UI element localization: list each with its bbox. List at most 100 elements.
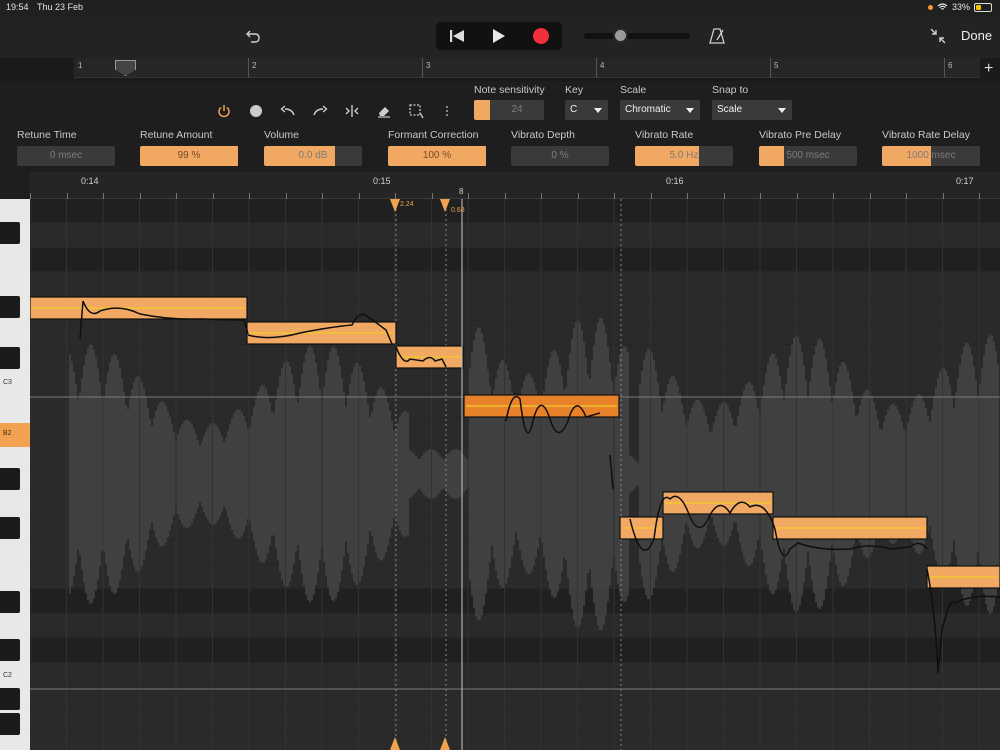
param-value: 0.0 dB [298,150,328,161]
scale-label: Scale [620,84,647,96]
collapse-icon[interactable] [928,26,948,46]
bar-tick [944,58,945,78]
note-sensitivity-fill [474,100,490,120]
piano-black-key[interactable] [0,591,20,613]
battery-percent: 33% [951,2,970,12]
time-label: 0:14 [81,176,99,186]
metronome-icon[interactable] [707,26,727,46]
marquee-select-icon[interactable] [407,102,425,120]
bar-tick [596,58,597,78]
pitch-editor[interactable]: 0:14 0:15 0:16 0:17 8 C3 B2 C2 2.24 0.68 [0,172,1000,750]
piano-keyboard[interactable]: C3 B2 C2 [0,199,30,750]
param-value: 500 msec [786,150,830,161]
undo-edit-icon[interactable] [279,102,297,120]
power-icon[interactable] [215,102,233,120]
param-label: Vibrato Pre Delay [759,129,842,141]
param-value: 1000 msec [906,150,956,161]
key-label-c3: C3 [3,379,12,386]
param-slider[interactable]: 99 % [140,146,238,166]
battery-icon [974,2,992,12]
chevron-down-icon [594,108,602,113]
note-grid[interactable]: 2.24 0.68 [30,199,1000,750]
bar-number: 2 [252,61,257,70]
param-value: 0 msec [49,150,83,161]
snap-value: Scale [717,104,743,115]
record-icon [533,28,549,44]
snap-dropdown[interactable]: Scale [712,100,792,120]
piano-black-key[interactable] [0,639,20,661]
go-to-start-button[interactable] [436,22,478,50]
status-right: 33% [927,2,992,12]
piano-black-key[interactable] [0,688,20,710]
chevron-down-icon [686,108,694,113]
redo-edit-icon[interactable] [311,102,329,120]
param-label: Formant Correction [388,129,479,141]
bar-number: 4 [600,61,605,70]
note-sensitivity-slider[interactable]: 24 [474,100,544,120]
chevron-down-icon [778,108,786,113]
skip-back-icon [450,30,464,42]
time-label: 0:16 [666,176,684,186]
add-bar-button[interactable]: + [984,60,993,78]
key-value: C [570,104,578,115]
scale-value: Chromatic [625,104,671,115]
overview-rail[interactable]: 1 2 3 4 5 6 [74,58,980,78]
piano-black-key[interactable] [0,296,20,318]
piano-black-key[interactable] [0,713,20,735]
param-slider[interactable]: 0.0 dB [264,146,362,166]
param-slider[interactable]: 5.0 Hz [635,146,733,166]
status-bar: 19:54 Thu 23 Feb 33% [0,0,1000,16]
key-dropdown[interactable]: C [565,100,608,120]
piano-black-key[interactable] [0,517,20,539]
master-volume-track[interactable] [584,33,690,39]
play-icon [493,29,505,43]
bar-marker-label: 8 [459,187,464,196]
record-circle-icon[interactable] [247,102,265,120]
param-slider[interactable]: 0 msec [17,146,115,166]
time-ruler[interactable]: 0:14 0:15 0:16 0:17 8 [30,172,1000,199]
status-date: Thu 23 Feb [37,2,84,12]
time-label: 0:15 [373,176,391,186]
top-bar: Done [0,16,1000,58]
param-value: 5.0 Hz [669,150,699,161]
record-button[interactable] [520,22,562,50]
master-volume-knob[interactable] [613,28,628,43]
overview-timeline[interactable]: 1 2 3 4 5 6 [0,58,1000,82]
parameter-row: Retune Time 0 msec Retune Amount 99 % Volume… [0,124,1000,172]
param-slider[interactable]: 500 msec [759,146,857,166]
param-label: Vibrato Rate Delay [882,129,970,141]
bar-number: 6 [948,61,953,70]
bar-number: 5 [774,61,779,70]
bar-tick [248,58,249,78]
piano-black-key[interactable] [0,468,20,490]
status-time: 19:54 [6,2,29,12]
marker-right-value: 0.68 [451,207,465,214]
transport-controls [436,22,562,50]
bar-tick [770,58,771,78]
play-button[interactable] [478,22,520,50]
location-indicator-icon [927,4,933,10]
done-button[interactable]: Done [961,28,992,43]
undo-icon[interactable] [243,26,263,46]
piano-black-key[interactable] [0,347,20,369]
note-sensitivity-label: Note sensitivity [474,84,545,96]
edit-toolbar: Note sensitivity 24 Key C Scale Chromati… [0,82,1000,124]
bar-number: 1 [78,61,83,70]
param-slider[interactable]: 100 % [388,146,486,166]
bar-number: 3 [426,61,431,70]
param-label: Vibrato Rate [635,129,694,141]
param-label: Retune Time [17,129,77,141]
param-slider[interactable]: 0 % [511,146,609,166]
param-slider[interactable]: 1000 msec [882,146,980,166]
param-label: Volume [264,129,300,141]
scale-dropdown[interactable]: Chromatic [620,100,700,120]
eraser-icon[interactable] [375,102,393,120]
param-value: 99 % [177,150,201,161]
note-sensitivity-value: 24 [511,104,523,115]
split-icon[interactable] [343,102,361,120]
piano-black-key[interactable] [0,222,20,244]
wifi-icon [937,3,948,10]
note-canvas[interactable]: 2.24 0.68 [30,199,1000,750]
param-label: Vibrato Depth [511,129,576,141]
more-options-icon[interactable] [440,102,454,120]
